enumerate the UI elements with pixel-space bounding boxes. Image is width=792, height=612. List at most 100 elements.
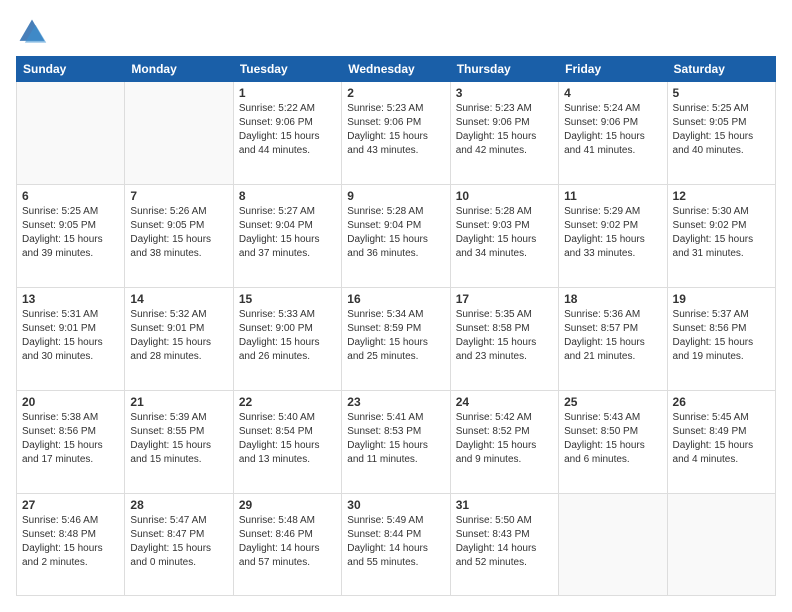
day-info: Sunrise: 5:23 AM Sunset: 9:06 PM Dayligh…: [347, 102, 444, 158]
calendar-cell: 7 Sunrise: 5:26 AM Sunset: 9:05 PM Daylig…: [125, 185, 233, 288]
calendar-cell: 27 Sunrise: 5:46 AM Sunset: 8:48 PM Dayli…: [17, 494, 125, 596]
page: SundayMondayTuesdayWednesdayThursdayFrid…: [0, 0, 792, 612]
day-info: Sunrise: 5:25 AM Sunset: 9:05 PM Dayligh…: [673, 102, 770, 158]
logo-icon: [16, 16, 48, 48]
day-number: 16: [347, 292, 444, 306]
calendar-week-5: 27 Sunrise: 5:46 AM Sunset: 8:48 PM Dayli…: [17, 494, 776, 596]
day-info: Sunrise: 5:22 AM Sunset: 9:06 PM Dayligh…: [239, 102, 336, 158]
day-info: Sunrise: 5:33 AM Sunset: 9:00 PM Dayligh…: [239, 308, 336, 364]
calendar-cell: 5 Sunrise: 5:25 AM Sunset: 9:05 PM Daylig…: [667, 82, 775, 185]
day-info: Sunrise: 5:45 AM Sunset: 8:49 PM Dayligh…: [673, 411, 770, 467]
day-number: 1: [239, 86, 336, 100]
day-number: 20: [22, 395, 119, 409]
calendar-cell: 18 Sunrise: 5:36 AM Sunset: 8:57 PM Dayli…: [559, 288, 667, 391]
calendar-cell: 26 Sunrise: 5:45 AM Sunset: 8:49 PM Dayli…: [667, 391, 775, 494]
calendar-week-3: 13 Sunrise: 5:31 AM Sunset: 9:01 PM Dayli…: [17, 288, 776, 391]
day-info: Sunrise: 5:39 AM Sunset: 8:55 PM Dayligh…: [130, 411, 227, 467]
calendar-week-4: 20 Sunrise: 5:38 AM Sunset: 8:56 PM Dayli…: [17, 391, 776, 494]
day-info: Sunrise: 5:28 AM Sunset: 9:04 PM Dayligh…: [347, 205, 444, 261]
day-number: 23: [347, 395, 444, 409]
day-info: Sunrise: 5:31 AM Sunset: 9:01 PM Dayligh…: [22, 308, 119, 364]
day-number: 13: [22, 292, 119, 306]
calendar-cell: 17Sunrise: 5:35 AM Sunset: 8:58 PM Dayli…: [450, 288, 558, 391]
day-number: 17: [456, 292, 553, 306]
day-number: 5: [673, 86, 770, 100]
day-number: 21: [130, 395, 227, 409]
day-info: Sunrise: 5:49 AM Sunset: 8:44 PM Dayligh…: [347, 514, 444, 570]
calendar-header-monday: Monday: [125, 57, 233, 82]
day-number: 7: [130, 189, 227, 203]
calendar-cell: 30 Sunrise: 5:49 AM Sunset: 8:44 PM Dayli…: [342, 494, 450, 596]
day-info: Sunrise: 5:36 AM Sunset: 8:57 PM Dayligh…: [564, 308, 661, 364]
calendar-cell: [17, 82, 125, 185]
calendar-cell: 15Sunrise: 5:33 AM Sunset: 9:00 PM Dayli…: [233, 288, 341, 391]
day-info: Sunrise: 5:47 AM Sunset: 8:47 PM Dayligh…: [130, 514, 227, 570]
day-number: 22: [239, 395, 336, 409]
day-info: Sunrise: 5:29 AM Sunset: 9:02 PM Dayligh…: [564, 205, 661, 261]
calendar-cell: 1 Sunrise: 5:22 AM Sunset: 9:06 PM Daylig…: [233, 82, 341, 185]
calendar-cell: 4Sunrise: 5:24 AM Sunset: 9:06 PM Daylig…: [559, 82, 667, 185]
calendar-header-tuesday: Tuesday: [233, 57, 341, 82]
day-number: 28: [130, 498, 227, 512]
day-number: 30: [347, 498, 444, 512]
calendar-week-2: 6 Sunrise: 5:25 AM Sunset: 9:05 PM Daylig…: [17, 185, 776, 288]
calendar-week-1: 1 Sunrise: 5:22 AM Sunset: 9:06 PM Daylig…: [17, 82, 776, 185]
calendar-header-row: SundayMondayTuesdayWednesdayThursdayFrid…: [17, 57, 776, 82]
day-number: 18: [564, 292, 661, 306]
calendar-cell: 13 Sunrise: 5:31 AM Sunset: 9:01 PM Dayli…: [17, 288, 125, 391]
calendar-cell: 23Sunrise: 5:41 AM Sunset: 8:53 PM Dayli…: [342, 391, 450, 494]
day-info: Sunrise: 5:43 AM Sunset: 8:50 PM Dayligh…: [564, 411, 661, 467]
calendar-cell: 24 Sunrise: 5:42 AM Sunset: 8:52 PM Dayli…: [450, 391, 558, 494]
day-info: Sunrise: 5:50 AM Sunset: 8:43 PM Dayligh…: [456, 514, 553, 570]
day-number: 2: [347, 86, 444, 100]
day-info: Sunrise: 5:30 AM Sunset: 9:02 PM Dayligh…: [673, 205, 770, 261]
calendar-header-friday: Friday: [559, 57, 667, 82]
calendar-cell: 6 Sunrise: 5:25 AM Sunset: 9:05 PM Daylig…: [17, 185, 125, 288]
day-number: 25: [564, 395, 661, 409]
day-info: Sunrise: 5:26 AM Sunset: 9:05 PM Dayligh…: [130, 205, 227, 261]
calendar-cell: [559, 494, 667, 596]
day-info: Sunrise: 5:23 AM Sunset: 9:06 PM Dayligh…: [456, 102, 553, 158]
calendar-cell: 16 Sunrise: 5:34 AM Sunset: 8:59 PM Dayli…: [342, 288, 450, 391]
day-info: Sunrise: 5:32 AM Sunset: 9:01 PM Dayligh…: [130, 308, 227, 364]
day-number: 26: [673, 395, 770, 409]
day-info: Sunrise: 5:28 AM Sunset: 9:03 PM Dayligh…: [456, 205, 553, 261]
day-number: 3: [456, 86, 553, 100]
calendar-cell: [125, 82, 233, 185]
calendar-cell: 28 Sunrise: 5:47 AM Sunset: 8:47 PM Dayli…: [125, 494, 233, 596]
calendar-cell: 3 Sunrise: 5:23 AM Sunset: 9:06 PM Daylig…: [450, 82, 558, 185]
day-info: Sunrise: 5:38 AM Sunset: 8:56 PM Dayligh…: [22, 411, 119, 467]
day-number: 19: [673, 292, 770, 306]
day-number: 4: [564, 86, 661, 100]
day-info: Sunrise: 5:42 AM Sunset: 8:52 PM Dayligh…: [456, 411, 553, 467]
day-info: Sunrise: 5:34 AM Sunset: 8:59 PM Dayligh…: [347, 308, 444, 364]
logo: [16, 16, 52, 48]
day-number: 27: [22, 498, 119, 512]
day-number: 11: [564, 189, 661, 203]
day-info: Sunrise: 5:40 AM Sunset: 8:54 PM Dayligh…: [239, 411, 336, 467]
calendar-cell: 11 Sunrise: 5:29 AM Sunset: 9:02 PM Dayli…: [559, 185, 667, 288]
calendar-cell: 19 Sunrise: 5:37 AM Sunset: 8:56 PM Dayli…: [667, 288, 775, 391]
calendar-cell: 8Sunrise: 5:27 AM Sunset: 9:04 PM Daylig…: [233, 185, 341, 288]
day-number: 24: [456, 395, 553, 409]
day-info: Sunrise: 5:46 AM Sunset: 8:48 PM Dayligh…: [22, 514, 119, 570]
calendar-cell: 29Sunrise: 5:48 AM Sunset: 8:46 PM Dayli…: [233, 494, 341, 596]
calendar-cell: 21 Sunrise: 5:39 AM Sunset: 8:55 PM Dayli…: [125, 391, 233, 494]
day-info: Sunrise: 5:37 AM Sunset: 8:56 PM Dayligh…: [673, 308, 770, 364]
calendar-cell: 25 Sunrise: 5:43 AM Sunset: 8:50 PM Dayli…: [559, 391, 667, 494]
day-number: 14: [130, 292, 227, 306]
day-info: Sunrise: 5:25 AM Sunset: 9:05 PM Dayligh…: [22, 205, 119, 261]
calendar-table: SundayMondayTuesdayWednesdayThursdayFrid…: [16, 56, 776, 596]
calendar-header-sunday: Sunday: [17, 57, 125, 82]
calendar-body: 1 Sunrise: 5:22 AM Sunset: 9:06 PM Daylig…: [17, 82, 776, 596]
calendar-cell: 12Sunrise: 5:30 AM Sunset: 9:02 PM Dayli…: [667, 185, 775, 288]
day-number: 6: [22, 189, 119, 203]
calendar-cell: [667, 494, 775, 596]
calendar-cell: 20 Sunrise: 5:38 AM Sunset: 8:56 PM Dayli…: [17, 391, 125, 494]
header: [16, 16, 776, 48]
calendar-cell: 2 Sunrise: 5:23 AM Sunset: 9:06 PM Daylig…: [342, 82, 450, 185]
day-info: Sunrise: 5:48 AM Sunset: 8:46 PM Dayligh…: [239, 514, 336, 570]
calendar-header-thursday: Thursday: [450, 57, 558, 82]
calendar-header-wednesday: Wednesday: [342, 57, 450, 82]
calendar-cell: 10Sunrise: 5:28 AM Sunset: 9:03 PM Dayli…: [450, 185, 558, 288]
